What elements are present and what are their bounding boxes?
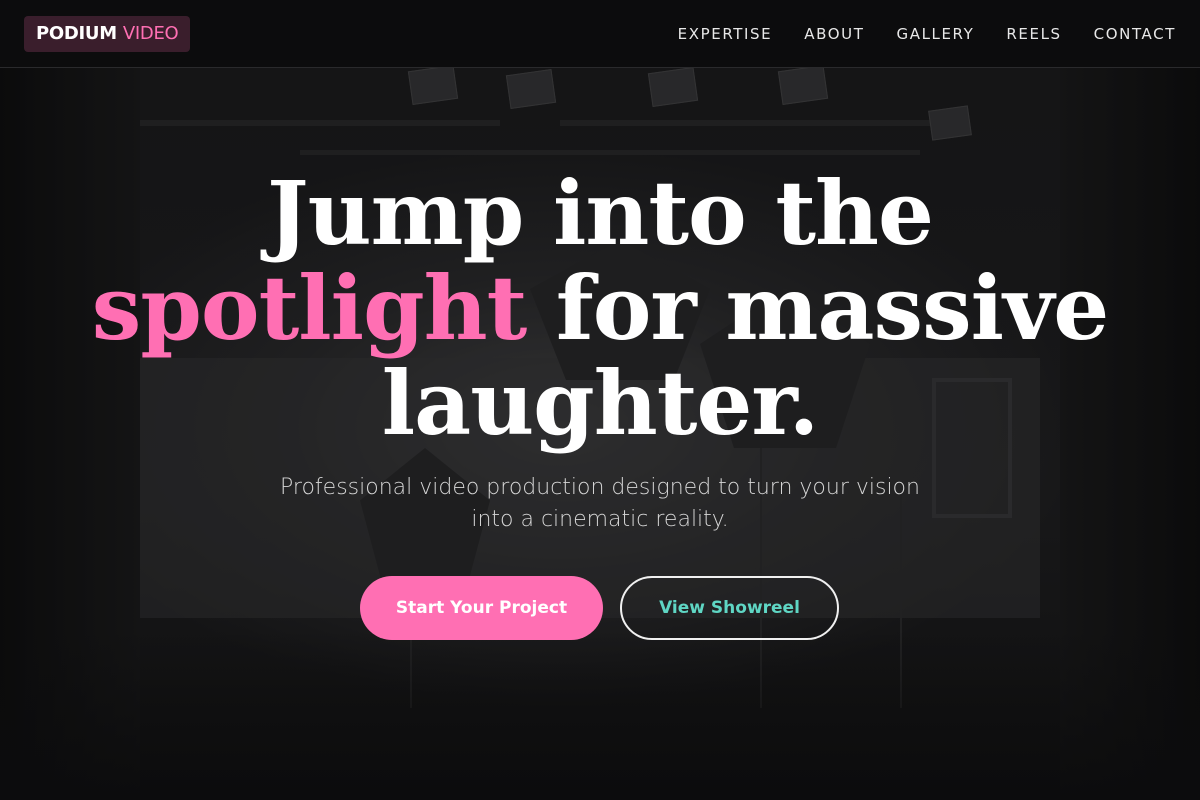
logo-text-podium: PODIUM	[36, 23, 117, 44]
top-navbar: PODIUM VIDEO EXPERTISE ABOUT GALLERY REE…	[0, 0, 1200, 68]
headline-line-2: for massive	[526, 256, 1109, 360]
nav-link-about[interactable]: ABOUT	[804, 25, 864, 43]
view-showreel-button[interactable]: View Showreel	[620, 576, 839, 640]
nav-link-contact[interactable]: CONTACT	[1094, 25, 1176, 43]
hero-headline: Jump into the spotlight for massive laug…	[60, 166, 1140, 451]
nav-link-reels[interactable]: REELS	[1006, 25, 1061, 43]
hero-section: Jump into the spotlight for massive laug…	[0, 68, 1200, 800]
nav-link-expertise[interactable]: EXPERTISE	[678, 25, 773, 43]
headline-line-1: Jump into the	[267, 161, 934, 265]
start-project-button[interactable]: Start Your Project	[360, 576, 603, 640]
headline-highlight: spotlight	[91, 256, 527, 360]
hero-subtitle: Professional video production designed t…	[280, 475, 920, 532]
main-menu: EXPERTISE ABOUT GALLERY REELS CONTACT	[678, 25, 1176, 43]
headline-line-3: laughter.	[381, 351, 819, 455]
logo-text-video: VIDEO	[122, 23, 179, 44]
nav-link-gallery[interactable]: GALLERY	[896, 25, 974, 43]
brand-logo[interactable]: PODIUM VIDEO	[24, 15, 191, 52]
